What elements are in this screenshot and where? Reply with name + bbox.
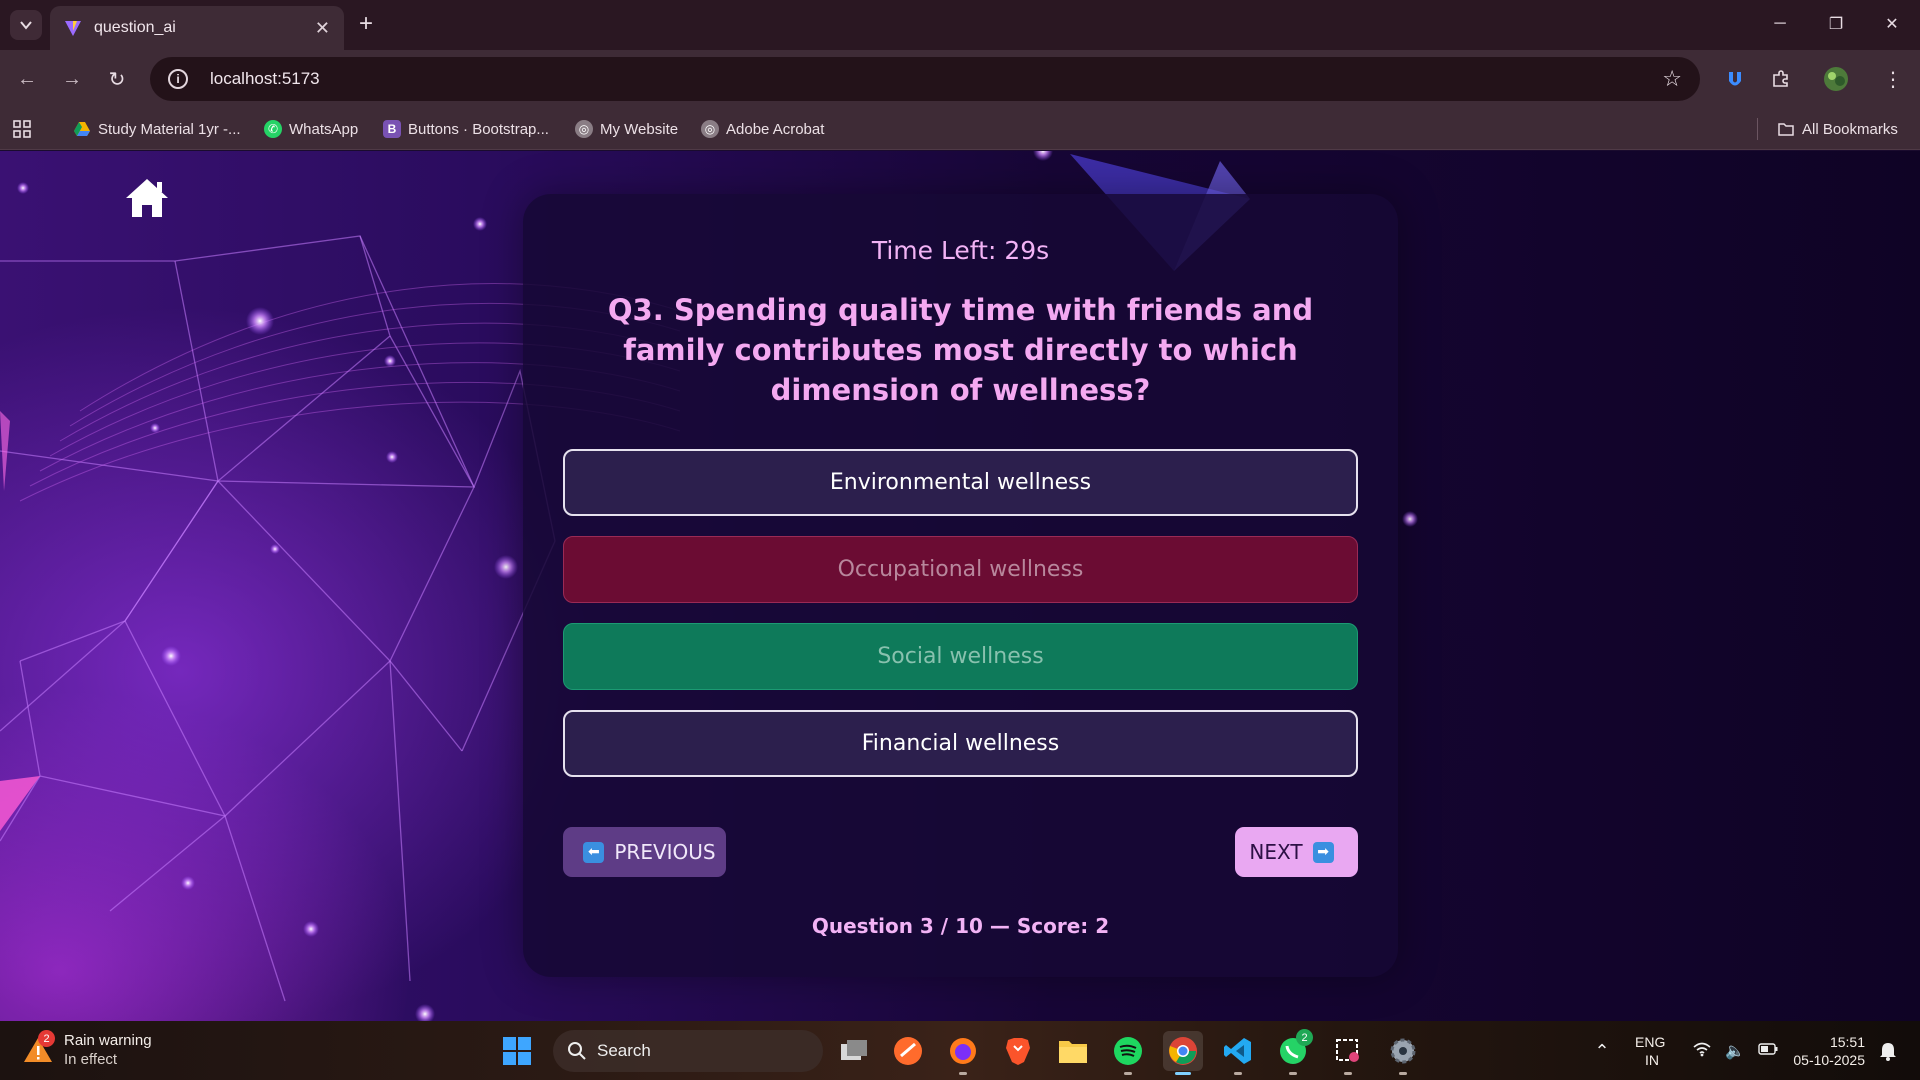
google-drive-icon [74, 122, 90, 136]
extension-shield-icon[interactable] [1720, 64, 1750, 94]
previous-label: PREVIOUS [614, 840, 716, 864]
wifi-icon [1692, 1041, 1712, 1062]
chrome-icon[interactable] [1163, 1031, 1203, 1075]
vite-favicon-icon [65, 21, 81, 36]
taskbar: 2 Rain warning In effect Search 2 ⌃ ENG … [0, 1021, 1920, 1080]
bookmark-label: WhatsApp [289, 120, 359, 138]
browser-tab[interactable]: question_ai ✕ [50, 6, 344, 50]
vscode-icon[interactable] [1218, 1031, 1258, 1075]
whatsapp-taskbar-icon[interactable]: 2 [1273, 1029, 1313, 1075]
tab-search-button[interactable] [10, 10, 42, 40]
forward-arrow-icon[interactable]: → [57, 64, 87, 94]
option-occupational[interactable]: Occupational wellness [563, 536, 1358, 603]
bookmarks-bar: Study Material 1yr -... ✆ WhatsApp B But… [0, 108, 1920, 150]
bootstrap-icon: B [383, 120, 401, 138]
url-text[interactable]: localhost:5173 [210, 69, 1662, 89]
option-social[interactable]: Social wellness [563, 623, 1358, 690]
bookmark-adobe-acrobat[interactable]: ◎ Adobe Acrobat [701, 108, 824, 150]
notification-icon[interactable] [1868, 1031, 1908, 1071]
bookmark-label: Study Material 1yr -... [98, 120, 241, 138]
browser-toolbar: ← → ↻ i localhost:5173 ☆ ⋮ [0, 50, 1920, 108]
language-indicator[interactable]: ENG IN [1635, 1033, 1665, 1069]
volume-icon: 🔈 [1725, 1043, 1745, 1060]
bookmark-star-icon[interactable]: ☆ [1662, 66, 1682, 92]
clock-time: 15:51 [1829, 1034, 1865, 1050]
bookmarks-divider [1757, 118, 1758, 140]
bookmark-label: Adobe Acrobat [726, 120, 825, 138]
globe-icon: ◎ [575, 120, 593, 138]
taskbar-search[interactable]: Search [553, 1030, 823, 1072]
progress-score-text: Question 3 / 10 — Score: 2 [811, 914, 1110, 938]
snipping-tool-icon[interactable] [1328, 1031, 1368, 1075]
extensions-puzzle-icon[interactable] [1766, 64, 1796, 94]
brave-icon[interactable] [998, 1031, 1038, 1071]
new-tab-button[interactable]: + [352, 10, 380, 38]
search-label: Search [597, 1041, 651, 1060]
folder-icon [1778, 123, 1794, 136]
browser-menu-icon[interactable]: ⋮ [1878, 64, 1908, 94]
next-button[interactable]: NEXT ➡ [1235, 827, 1358, 877]
right-arrow-icon: ➡ [1312, 841, 1334, 863]
tab-title: question_ai [94, 19, 176, 36]
weather-warning-icon: 2 [22, 1030, 55, 1066]
globe-icon: ◎ [701, 120, 719, 138]
settings-gear-icon[interactable] [1383, 1031, 1423, 1075]
option-environmental[interactable]: Environmental wellness [563, 449, 1358, 516]
tray-chevron-up-icon[interactable]: ⌃ [1582, 1031, 1622, 1071]
bookmark-label: Buttons · Bootstrap... [408, 120, 549, 138]
back-arrow-icon[interactable]: ← [12, 64, 42, 94]
previous-button[interactable]: ⬅ PREVIOUS [563, 827, 726, 877]
swift-app-icon[interactable] [888, 1031, 928, 1071]
option-label: Financial wellness [861, 731, 1060, 756]
option-label: Occupational wellness [837, 557, 1084, 582]
home-icon[interactable] [124, 177, 170, 219]
option-label: Social wellness [877, 644, 1044, 669]
option-label: Environmental wellness [829, 470, 1092, 495]
tab-close-icon[interactable]: ✕ [315, 18, 330, 39]
language-code: ENG [1635, 1034, 1666, 1050]
weather-badge: 2 [38, 1030, 55, 1047]
task-view-icon[interactable] [834, 1031, 874, 1071]
bookmark-study-material[interactable]: Study Material 1yr -... [73, 108, 241, 150]
close-window-icon[interactable]: ✕ [1864, 0, 1920, 48]
search-icon [568, 1042, 586, 1060]
question-text: Q3. Spending quality time with friends a… [607, 293, 1314, 407]
address-bar[interactable]: i localhost:5173 ☆ [150, 57, 1700, 101]
battery-icon [1758, 1042, 1778, 1060]
reload-icon[interactable]: ↻ [102, 64, 132, 94]
weather-widget[interactable]: 2 Rain warning In effect [22, 1030, 152, 1069]
spotify-icon[interactable] [1108, 1031, 1148, 1075]
bookmark-whatsapp[interactable]: ✆ WhatsApp [264, 108, 358, 150]
apps-grid-icon[interactable] [12, 108, 32, 150]
region-code: IN [1645, 1052, 1659, 1068]
all-bookmarks-label: All Bookmarks [1802, 120, 1898, 138]
profile-avatar[interactable] [1821, 64, 1851, 94]
file-explorer-icon[interactable] [1053, 1031, 1093, 1071]
timer-text: Time Left: 29s [871, 236, 1050, 265]
bookmark-bootstrap[interactable]: B Buttons · Bootstrap... [383, 108, 549, 150]
option-financial[interactable]: Financial wellness [563, 710, 1358, 777]
next-label: NEXT [1249, 840, 1303, 864]
left-arrow-icon: ⬅ [583, 841, 605, 863]
site-info-icon[interactable]: i [168, 69, 188, 89]
weather-subtitle: In effect [64, 1051, 118, 1068]
minimize-icon[interactable]: ─ [1752, 0, 1808, 48]
clock[interactable]: 15:51 05-10-2025 [1785, 1033, 1865, 1069]
weather-title: Rain warning [64, 1032, 152, 1049]
windows-start-icon[interactable] [497, 1031, 537, 1071]
firefox-icon[interactable] [943, 1031, 983, 1075]
tab-strip: question_ai ✕ + ─ ❐ ✕ [0, 0, 1920, 50]
restore-icon[interactable]: ❐ [1808, 0, 1864, 48]
clock-date: 05-10-2025 [1793, 1052, 1865, 1068]
all-bookmarks[interactable]: All Bookmarks [1777, 108, 1898, 150]
window-controls: ─ ❐ ✕ [1752, 0, 1920, 48]
bookmark-my-website[interactable]: ◎ My Website [575, 108, 678, 150]
quiz-card: Time Left: 29s Q3. Spending quality time… [523, 194, 1398, 977]
whatsapp-badge: 2 [1296, 1029, 1313, 1046]
chevron-down-icon [20, 21, 32, 30]
whatsapp-icon: ✆ [264, 120, 282, 138]
quiz-page: Time Left: 29s Q3. Spending quality time… [0, 151, 1920, 1021]
bookmark-label: My Website [600, 120, 679, 138]
network-sound-battery[interactable]: 🔈 [1685, 1031, 1785, 1071]
